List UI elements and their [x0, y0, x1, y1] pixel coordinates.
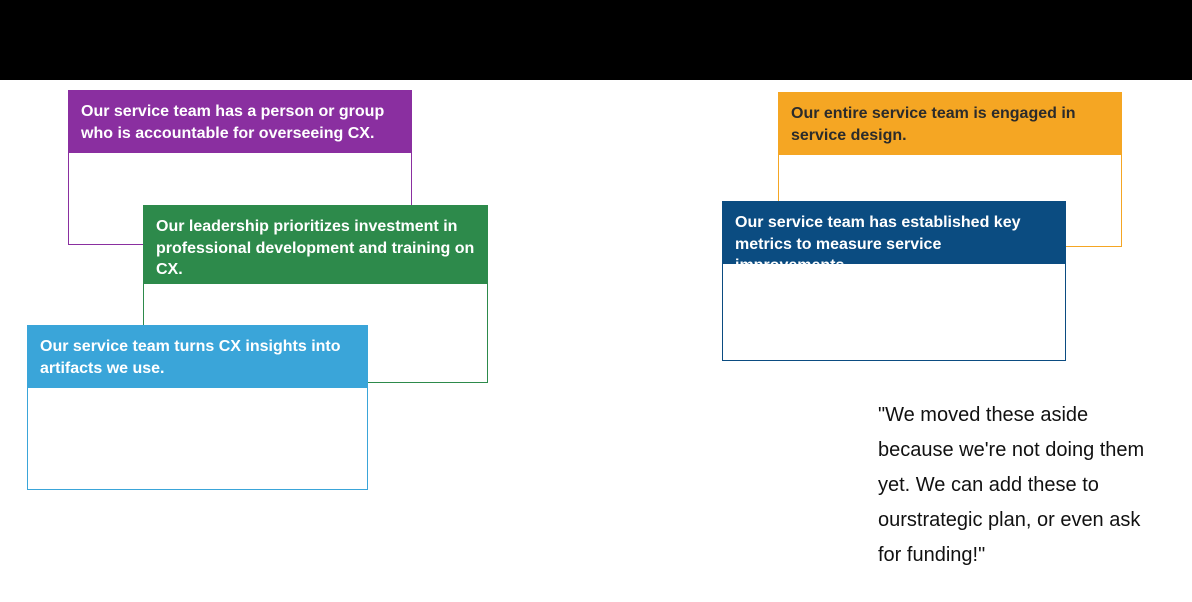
card-orange-text: Our entire service team is engaged in se… — [791, 105, 1076, 144]
card-lightblue[interactable]: Our service team turns CX insights into … — [27, 325, 368, 490]
card-navy-text: Our service team has established key met… — [735, 214, 1020, 274]
card-navy-header: Our service team has established key met… — [723, 202, 1065, 264]
card-green-text: Our leadership prioritizes investment in… — [156, 218, 474, 278]
card-purple-text: Our service team has a person or group w… — [81, 103, 384, 142]
top-black-bar — [0, 0, 1192, 80]
card-lightblue-text: Our service team turns CX insights into … — [40, 338, 341, 377]
card-orange-header: Our entire service team is engaged in se… — [779, 93, 1121, 155]
card-green-header: Our leadership prioritizes investment in… — [144, 206, 487, 284]
quote-text: "We moved these aside because we're not … — [878, 398, 1168, 573]
quote-text-span: "We moved these aside because we're not … — [878, 404, 1144, 566]
card-lightblue-header: Our service team turns CX insights into … — [28, 326, 367, 388]
card-navy[interactable]: Our service team has established key met… — [722, 201, 1066, 361]
card-purple-header: Our service team has a person or group w… — [69, 91, 411, 153]
